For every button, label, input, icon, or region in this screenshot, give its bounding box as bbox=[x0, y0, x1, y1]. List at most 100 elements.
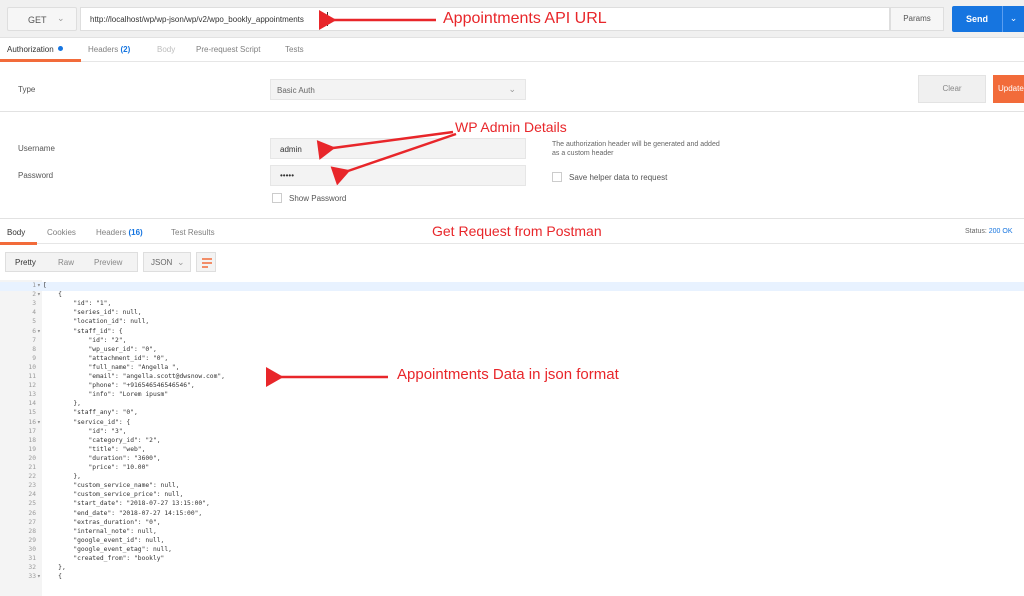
line-number: 19 bbox=[28, 445, 36, 453]
code-text: "custom_service_price": null, bbox=[43, 491, 184, 499]
tab-authorization[interactable]: Authorization bbox=[7, 45, 63, 54]
username-label: Username bbox=[18, 144, 55, 153]
code-text: "staff_any": "0", bbox=[43, 409, 138, 417]
tab-body[interactable]: Body bbox=[157, 45, 175, 54]
view-mode-group: Pretty Raw Preview bbox=[5, 252, 138, 272]
show-password-checkbox[interactable] bbox=[272, 193, 282, 203]
chevron-down-icon: ⌄ bbox=[1009, 13, 1018, 23]
save-helper-checkbox[interactable] bbox=[552, 172, 562, 182]
code-line: 21 "price": "10.00" bbox=[0, 464, 1024, 473]
line-number: 6 bbox=[32, 327, 36, 335]
fold-toggle-icon[interactable]: ▾ bbox=[37, 291, 41, 300]
line-number: 29 bbox=[28, 536, 36, 544]
code-text: "staff_id": { bbox=[43, 327, 123, 335]
code-text: "custom_service_name": null, bbox=[43, 482, 180, 490]
line-number: 26 bbox=[28, 509, 36, 517]
send-button[interactable]: Send bbox=[952, 6, 1002, 32]
fold-toggle-icon[interactable]: ▾ bbox=[37, 419, 41, 428]
view-pretty[interactable]: Pretty bbox=[15, 258, 36, 267]
code-line: 28 "internal_note": null, bbox=[0, 528, 1024, 537]
line-number: 24 bbox=[28, 491, 36, 499]
line-number: 18 bbox=[28, 436, 36, 444]
line-number: 9 bbox=[32, 354, 36, 362]
view-preview[interactable]: Preview bbox=[94, 258, 122, 267]
clear-button[interactable]: Clear bbox=[918, 75, 986, 103]
active-tab-indicator bbox=[0, 59, 81, 62]
code-line: 15 "staff_any": "0", bbox=[0, 409, 1024, 418]
chevron-down-icon: ⌄ bbox=[57, 13, 65, 23]
method-select[interactable]: GET ⌄ bbox=[7, 7, 77, 31]
code-text: "title": "web", bbox=[43, 445, 146, 453]
code-text: "id": "2", bbox=[43, 336, 127, 344]
line-number: 13 bbox=[28, 391, 36, 399]
fold-toggle-icon[interactable]: ▾ bbox=[37, 282, 41, 291]
fold-toggle-icon[interactable]: ▾ bbox=[37, 573, 41, 582]
code-text: }, bbox=[43, 400, 81, 408]
tab-prerequest-script[interactable]: Pre-request Script bbox=[196, 45, 260, 54]
code-line: 8 "wp_user_id": "0", bbox=[0, 346, 1024, 355]
line-number: 12 bbox=[28, 382, 36, 390]
code-line: 1 ▾[ bbox=[0, 282, 1024, 291]
auth-type-row: Type Basic Auth ⌄ Clear Update bbox=[0, 70, 1024, 112]
fold-toggle-icon[interactable]: ▾ bbox=[37, 328, 41, 337]
code-line: 29 "google_event_id": null, bbox=[0, 537, 1024, 546]
tab-tests[interactable]: Tests bbox=[285, 45, 304, 54]
response-body-code[interactable]: 1 ▾[2 ▾ {3 "id": "1", 4 "series_id": null, 5… bbox=[0, 280, 1024, 596]
line-number: 28 bbox=[28, 527, 36, 535]
code-text: "created_from": "bookly" bbox=[43, 555, 165, 562]
password-field[interactable]: ••••• bbox=[270, 165, 526, 186]
code-line: 25 "start_date": "2018-07-27 13:15:00", bbox=[0, 500, 1024, 509]
line-number: 4 bbox=[32, 309, 36, 317]
code-line: 26 "end_date": "2018-07-27 14:15:00", bbox=[0, 510, 1024, 519]
code-line: 14 }, bbox=[0, 400, 1024, 409]
username-field[interactable]: admin bbox=[270, 138, 526, 159]
line-number: 20 bbox=[28, 454, 36, 462]
response-view-toolbar: Pretty Raw Preview JSON ⌄ bbox=[0, 244, 1024, 277]
code-line: 6 ▾ "staff_id": { bbox=[0, 328, 1024, 337]
auth-type-select[interactable]: Basic Auth ⌄ bbox=[270, 79, 526, 100]
code-text: }, bbox=[43, 473, 81, 481]
code-text: "series_id": null, bbox=[43, 309, 142, 317]
code-line: 13 "info": "Lorem ipusm" bbox=[0, 391, 1024, 400]
tab-response-headers[interactable]: Headers (16) bbox=[96, 228, 143, 237]
code-line: 9 "attachment_id": "0", bbox=[0, 355, 1024, 364]
chevron-down-icon: ⌄ bbox=[177, 257, 185, 267]
code-line: 16 ▾ "service_id": { bbox=[0, 419, 1024, 428]
wrap-lines-button[interactable] bbox=[196, 252, 216, 272]
tab-headers[interactable]: Headers (2) bbox=[88, 45, 130, 54]
send-dropdown-button[interactable]: ⌄ bbox=[1002, 6, 1024, 32]
line-number: 17 bbox=[28, 427, 36, 435]
line-number: 8 bbox=[32, 345, 36, 353]
code-text: }, bbox=[43, 564, 66, 572]
code-line: 33 ▾ { bbox=[0, 573, 1024, 582]
params-button[interactable]: Params bbox=[890, 7, 944, 31]
code-text: "phone": "+916546546546546", bbox=[43, 382, 195, 390]
wrap-icon bbox=[202, 258, 212, 268]
code-text: [ bbox=[43, 282, 47, 289]
format-select[interactable]: JSON ⌄ bbox=[143, 252, 191, 272]
line-number: 16 bbox=[28, 418, 36, 426]
code-text: "start_date": "2018-07-27 13:15:00", bbox=[43, 500, 210, 508]
line-number: 22 bbox=[28, 473, 36, 481]
tab-cookies[interactable]: Cookies bbox=[47, 228, 76, 237]
active-dot-icon bbox=[57, 46, 63, 51]
code-line: 5 "location_id": null, bbox=[0, 318, 1024, 327]
show-password-label: Show Password bbox=[289, 194, 347, 203]
code-text: "category_id": "2", bbox=[43, 436, 161, 444]
line-number: 7 bbox=[32, 336, 36, 344]
code-text: "google_event_id": null, bbox=[43, 536, 165, 544]
code-line: 30 "google_event_etag": null, bbox=[0, 546, 1024, 555]
code-text: "info": "Lorem ipusm" bbox=[43, 391, 169, 399]
code-text: "location_id": null, bbox=[43, 318, 150, 326]
code-text: "service_id": { bbox=[43, 418, 131, 426]
line-number: 2 bbox=[32, 291, 36, 299]
method-label: GET bbox=[28, 15, 47, 25]
tab-test-results[interactable]: Test Results bbox=[171, 228, 215, 237]
code-line: 18 "category_id": "2", bbox=[0, 437, 1024, 446]
view-raw[interactable]: Raw bbox=[58, 258, 74, 267]
tab-response-body[interactable]: Body bbox=[7, 228, 25, 237]
update-button[interactable]: Update bbox=[993, 75, 1024, 103]
code-line: 12 "phone": "+916546546546546", bbox=[0, 382, 1024, 391]
code-text: "duration": "3600", bbox=[43, 454, 161, 462]
code-text: "google_event_etag": null, bbox=[43, 545, 172, 553]
